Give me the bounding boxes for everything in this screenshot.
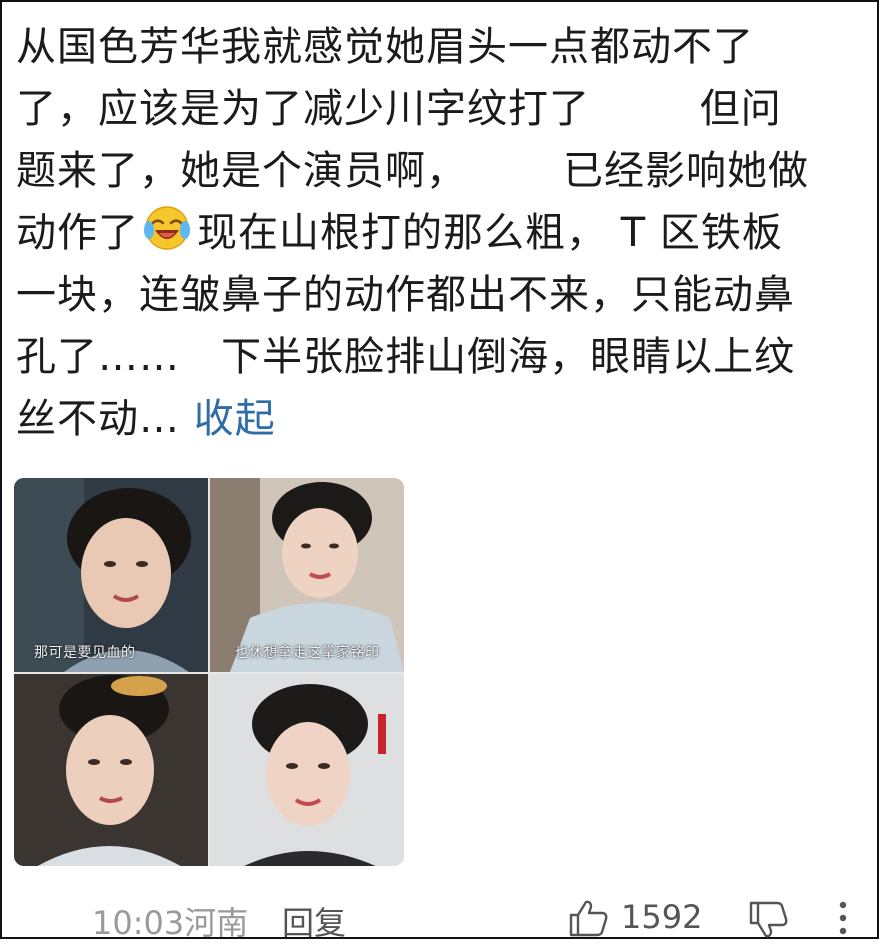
comment-line: 了，应该是为了减少川字纹打了 但问 xyxy=(16,86,782,132)
video-subtitle: 也休想拿走这掌家铭印 xyxy=(234,645,380,661)
comment-location: 河南 xyxy=(184,904,249,942)
comment-line: 一块，连皱鼻子的动作都出不来，只能动鼻 xyxy=(16,272,795,318)
comment-line-prefix: 动作了 xyxy=(16,210,139,256)
thumbs-down-icon[interactable] xyxy=(748,900,790,948)
more-vertical-icon[interactable] xyxy=(836,900,850,944)
image-thumbnail[interactable]: 也休想拿走这掌家铭印 xyxy=(210,478,404,672)
comment-line: 孔了…… 下半张脸排山倒海，眼睛以上纹 xyxy=(16,334,796,380)
comment-line: 动作了 现在山根打的那么粗， T 区铁板 xyxy=(16,202,846,264)
image-thumbnail[interactable] xyxy=(14,674,208,866)
laughing-crying-emoji-icon xyxy=(143,204,191,252)
image-grid[interactable]: 那可是要见血的 也休想拿走这掌家铭印 xyxy=(14,478,404,866)
comment-line-rest: 现在山根打的那么粗， T 区铁板 xyxy=(197,210,783,256)
video-subtitle: 那可是要见血的 xyxy=(34,645,136,661)
comment-footer: 10:03河南 回复 1592 xyxy=(2,892,877,942)
collapse-link[interactable]: 收起 xyxy=(194,396,276,442)
image-thumbnail[interactable] xyxy=(210,674,404,866)
actress-photo xyxy=(14,674,208,866)
reply-button[interactable]: 回复 xyxy=(282,898,346,944)
actress-photo xyxy=(210,674,404,866)
comment-line: 丝不动… 收起 xyxy=(16,388,846,450)
comment-line: 题来了，她是个演员啊， 已经影响她做 xyxy=(16,148,810,194)
like-count: 1592 xyxy=(621,898,703,936)
comment-meta: 10:03河南 xyxy=(92,898,248,944)
comment-card: 从国色芳华我就感觉她眉头一点都动不了 了，应该是为了减少川字纹打了 但问 题来了… xyxy=(0,0,879,942)
comment-time: 10:03 xyxy=(92,904,185,942)
comment-text: 从国色芳华我就感觉她眉头一点都动不了 了，应该是为了减少川字纹打了 但问 题来了… xyxy=(16,16,846,450)
comment-line-last: 丝不动… xyxy=(16,396,180,442)
image-thumbnail[interactable]: 那可是要见血的 xyxy=(14,478,208,672)
comment-line: 从国色芳华我就感觉她眉头一点都动不了 xyxy=(16,24,754,70)
